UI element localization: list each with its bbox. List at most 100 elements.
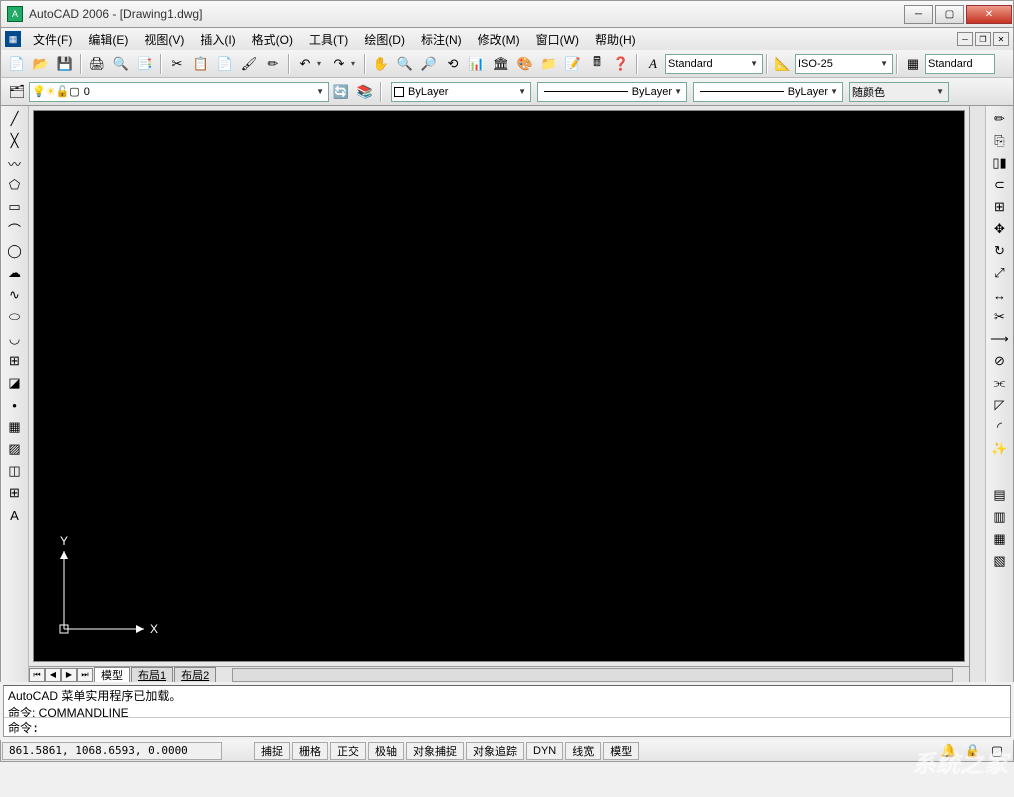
menu-dimension[interactable]: 标注(N) [413, 29, 470, 50]
make-block-icon[interactable]: ◪ [3, 372, 27, 394]
block-editor-icon[interactable]: ✏ [262, 53, 284, 75]
menu-draw[interactable]: 绘图(D) [356, 29, 413, 50]
hatch-icon[interactable]: ▦ [3, 416, 27, 438]
new-icon[interactable]: 📄 [6, 53, 28, 75]
fillet-icon[interactable]: ◜ [988, 416, 1012, 438]
communication-center-icon[interactable]: 🔔 [938, 740, 960, 762]
menu-edit[interactable]: 编辑(E) [80, 29, 136, 50]
design-center-icon[interactable]: 🏛 [490, 53, 512, 75]
publish-icon[interactable]: 📑 [134, 53, 156, 75]
draworder-front-icon[interactable]: ▤ [988, 484, 1012, 506]
status-polar[interactable]: 极轴 [368, 742, 404, 760]
coordinates-display[interactable]: 861.5861, 1068.6593, 0.0000 [2, 742, 222, 760]
layer-previous-icon[interactable]: 🔄 [330, 81, 352, 103]
command-line[interactable]: 命令: [4, 718, 1010, 736]
lineweight-combo[interactable]: ByLayer▼ [693, 82, 843, 102]
tab-next-button[interactable]: ▶ [61, 668, 77, 682]
revision-cloud-icon[interactable]: ☁ [3, 262, 27, 284]
offset-icon[interactable]: ⊂ [988, 174, 1012, 196]
tab-layout1[interactable]: 布局1 [131, 667, 173, 682]
zoom-previous-icon[interactable]: ⟲ [442, 53, 464, 75]
draworder-under-icon[interactable]: ▧ [988, 550, 1012, 572]
rotate-icon[interactable]: ↻ [988, 240, 1012, 262]
mtext-icon[interactable]: A [3, 504, 27, 526]
stretch-icon[interactable]: ↔ [988, 284, 1012, 306]
menu-tools[interactable]: 工具(T) [301, 29, 356, 50]
array-icon[interactable]: ⊞ [988, 196, 1012, 218]
menu-file[interactable]: 文件(F) [25, 29, 80, 50]
linetype-combo[interactable]: ByLayer▼ [537, 82, 687, 102]
polyline-icon[interactable]: 〰 [3, 152, 27, 174]
zoom-window-icon[interactable]: 🔎 [418, 53, 440, 75]
menu-insert[interactable]: 插入(I) [192, 29, 243, 50]
close-button[interactable]: ✕ [966, 5, 1012, 24]
ellipse-icon[interactable]: ⬭ [3, 306, 27, 328]
redo-icon[interactable]: ↷ [328, 53, 350, 75]
dim-style-icon[interactable]: 📐 [772, 53, 794, 75]
layer-states-icon[interactable]: 📚 [354, 81, 376, 103]
quickcalc-icon[interactable]: 🖩 [586, 53, 608, 75]
copy-object-icon[interactable]: ⎘ [988, 130, 1012, 152]
erase-icon[interactable]: ✏ [988, 108, 1012, 130]
draworder-back-icon[interactable]: ▥ [988, 506, 1012, 528]
circle-icon[interactable]: ◯ [3, 240, 27, 262]
table-style-combo[interactable]: Standard [925, 54, 995, 74]
print-preview-icon[interactable]: 🔍 [110, 53, 132, 75]
status-model[interactable]: 模型 [603, 742, 639, 760]
explode-icon[interactable]: ✨ [988, 438, 1012, 460]
color-combo[interactable]: ByLayer▼ [391, 82, 531, 102]
vertical-scrollbar[interactable] [969, 106, 985, 682]
help-icon[interactable]: ❓ [610, 53, 632, 75]
scale-icon[interactable]: ⤢ [988, 262, 1012, 284]
rectangle-icon[interactable]: ▭ [3, 196, 27, 218]
status-dyn[interactable]: DYN [526, 742, 563, 760]
markup-icon[interactable]: 📝 [562, 53, 584, 75]
status-osnap[interactable]: 对象捕捉 [406, 742, 464, 760]
menu-modify[interactable]: 修改(M) [470, 29, 528, 50]
menu-window[interactable]: 窗口(W) [528, 29, 587, 50]
pan-icon[interactable]: ✋ [370, 53, 392, 75]
match-properties-icon[interactable]: 🖌 [238, 53, 260, 75]
plotstyle-combo[interactable]: 随颜色▼ [849, 82, 949, 102]
join-icon[interactable]: ⫘ [988, 372, 1012, 394]
maximize-button[interactable]: ▢ [935, 5, 964, 24]
sheet-set-icon[interactable]: 📁 [538, 53, 560, 75]
spline-icon[interactable]: ∿ [3, 284, 27, 306]
menu-format[interactable]: 格式(O) [244, 29, 301, 50]
clean-screen-icon[interactable]: ▢ [986, 740, 1008, 762]
table-icon[interactable]: ⊞ [3, 482, 27, 504]
ellipse-arc-icon[interactable]: ◡ [3, 328, 27, 350]
minimize-button[interactable]: ─ [904, 5, 933, 24]
print-icon[interactable]: 🖨 [86, 53, 108, 75]
draworder-above-icon[interactable]: ▦ [988, 528, 1012, 550]
command-window[interactable]: AutoCAD 菜单实用程序已加载。 命令: COMMANDLINE 命令: [3, 685, 1011, 737]
mirror-icon[interactable]: ▯▮ [988, 152, 1012, 174]
chamfer-icon[interactable]: ◸ [988, 394, 1012, 416]
region-icon[interactable]: ◫ [3, 460, 27, 482]
status-otrack[interactable]: 对象追踪 [466, 742, 524, 760]
copy-icon[interactable]: 📋 [190, 53, 212, 75]
tab-first-button[interactable]: ⏮ [29, 668, 45, 682]
status-snap[interactable]: 捕捉 [254, 742, 290, 760]
text-style-icon[interactable]: A [642, 53, 664, 75]
mdi-close-button[interactable]: ✕ [993, 32, 1009, 46]
tab-model[interactable]: 模型 [94, 667, 130, 682]
tab-prev-button[interactable]: ◀ [45, 668, 61, 682]
layer-manager-icon[interactable]: 🗂 [6, 81, 28, 103]
cut-icon[interactable]: ✂ [166, 53, 188, 75]
menu-help[interactable]: 帮助(H) [587, 29, 644, 50]
layer-combo[interactable]: 💡 ☀ 🔓 ▢ 0 ▼ [29, 82, 329, 102]
redo-dropdown[interactable]: ▾ [351, 59, 361, 68]
text-style-combo[interactable]: Standard▼ [665, 54, 763, 74]
tool-palettes-icon[interactable]: 🎨 [514, 53, 536, 75]
paste-icon[interactable]: 📄 [214, 53, 236, 75]
arc-icon[interactable]: ⌒ [3, 218, 27, 240]
status-grid[interactable]: 栅格 [292, 742, 328, 760]
dim-style-combo[interactable]: ISO-25▼ [795, 54, 893, 74]
table-style-icon[interactable]: ▦ [902, 53, 924, 75]
drawing-canvas[interactable]: X Y [33, 110, 965, 662]
move-icon[interactable]: ✥ [988, 218, 1012, 240]
insert-block-icon[interactable]: ⊞ [3, 350, 27, 372]
save-icon[interactable]: 💾 [54, 53, 76, 75]
trim-icon[interactable]: ✂ [988, 306, 1012, 328]
